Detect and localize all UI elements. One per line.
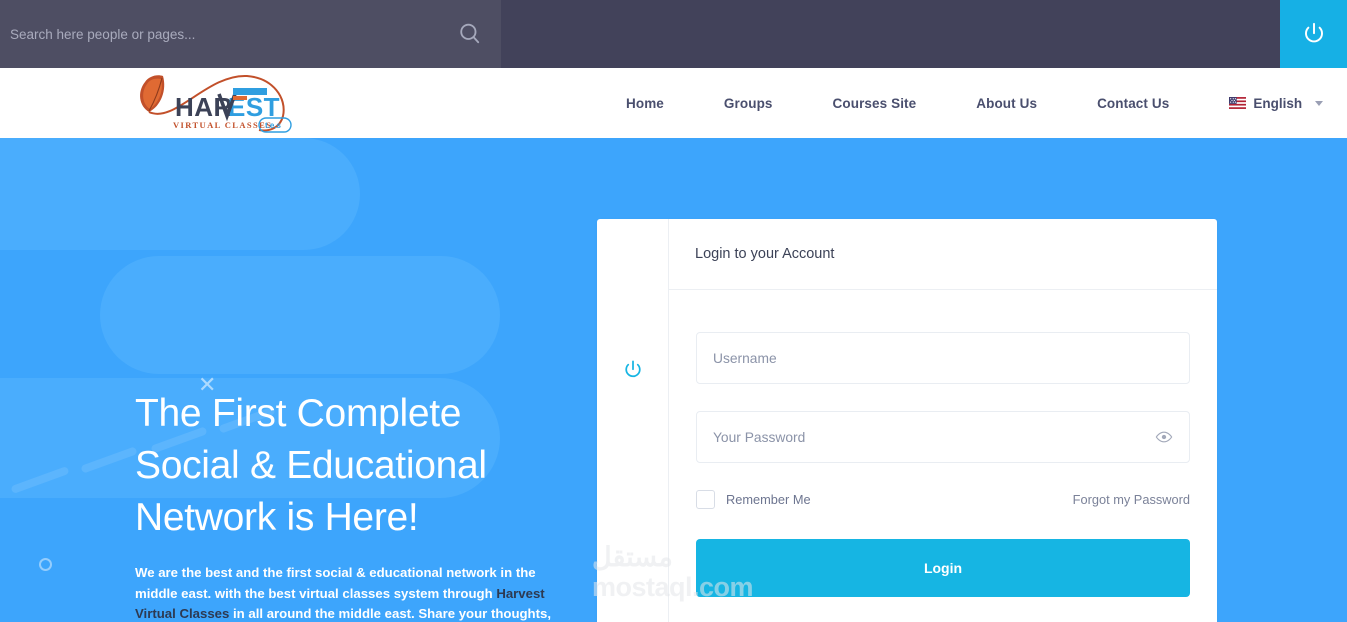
nav-item-courses-site[interactable]: Courses Site — [803, 96, 947, 111]
chevron-down-icon — [1315, 100, 1324, 106]
search-input[interactable] — [10, 26, 457, 42]
power-icon[interactable] — [622, 359, 644, 381]
site-logo[interactable]: HAR EST VIRTUAL CLASSES t.e.s — [135, 72, 300, 136]
decor-ring-icon — [39, 558, 52, 571]
top-bar — [0, 0, 1347, 68]
page-root: HAR EST VIRTUAL CLASSES t.e.s Home Group… — [0, 0, 1347, 622]
username-input[interactable] — [713, 350, 1173, 366]
forgot-password-link[interactable]: Forgot my Password — [1073, 492, 1190, 507]
login-card-header: Login to your Account — [669, 219, 1217, 290]
search-area[interactable] — [0, 0, 501, 68]
logout-power-button[interactable] — [1280, 0, 1347, 68]
language-label: English — [1253, 95, 1303, 111]
search-icon[interactable] — [457, 21, 483, 47]
eye-icon[interactable] — [1155, 428, 1173, 446]
login-card-sidebar — [597, 219, 669, 622]
nav-item-about-us[interactable]: About Us — [946, 96, 1067, 111]
login-card: Login to your Account Remember M — [597, 219, 1217, 622]
login-submit-button[interactable]: Login — [696, 539, 1190, 597]
decor-blob-1 — [0, 138, 360, 250]
username-field[interactable] — [696, 332, 1190, 384]
hero-desc-part1: We are the best and the first social & e… — [135, 565, 536, 601]
login-card-main: Login to your Account Remember M — [669, 219, 1217, 622]
power-icon — [1304, 22, 1323, 43]
login-form: Remember Me Forgot my Password Login — [669, 290, 1217, 597]
remember-me-checkbox[interactable] — [696, 490, 715, 509]
logo-badge-text: t.e.s — [265, 121, 282, 130]
language-selector[interactable]: English — [1199, 95, 1324, 111]
logo-sub-text: VIRTUAL CLASSES — [173, 120, 272, 130]
nav-item-home[interactable]: Home — [596, 96, 694, 111]
password-input[interactable] — [713, 429, 1155, 445]
nav-item-contact-us[interactable]: Contact Us — [1067, 96, 1199, 111]
hero-title: The First Complete Social & Educational … — [135, 392, 487, 539]
decor-blob-2 — [100, 256, 500, 374]
feather-icon — [140, 75, 165, 112]
remember-me-label: Remember Me — [726, 492, 811, 507]
us-flag-icon — [1229, 97, 1247, 109]
login-options-row: Remember Me Forgot my Password — [696, 490, 1190, 509]
password-field[interactable] — [696, 411, 1190, 463]
login-card-title: Login to your Account — [695, 246, 835, 262]
topbar-spacer — [501, 0, 1280, 68]
hero-description: We are the best and the first social & e… — [135, 563, 575, 622]
nav-item-groups[interactable]: Groups — [694, 96, 803, 111]
remember-me-toggle[interactable]: Remember Me — [696, 490, 811, 509]
hero-text-block: The First Complete Social & Educational … — [135, 388, 605, 622]
nav-links: Home Groups Courses Site About Us Contac… — [596, 68, 1324, 138]
